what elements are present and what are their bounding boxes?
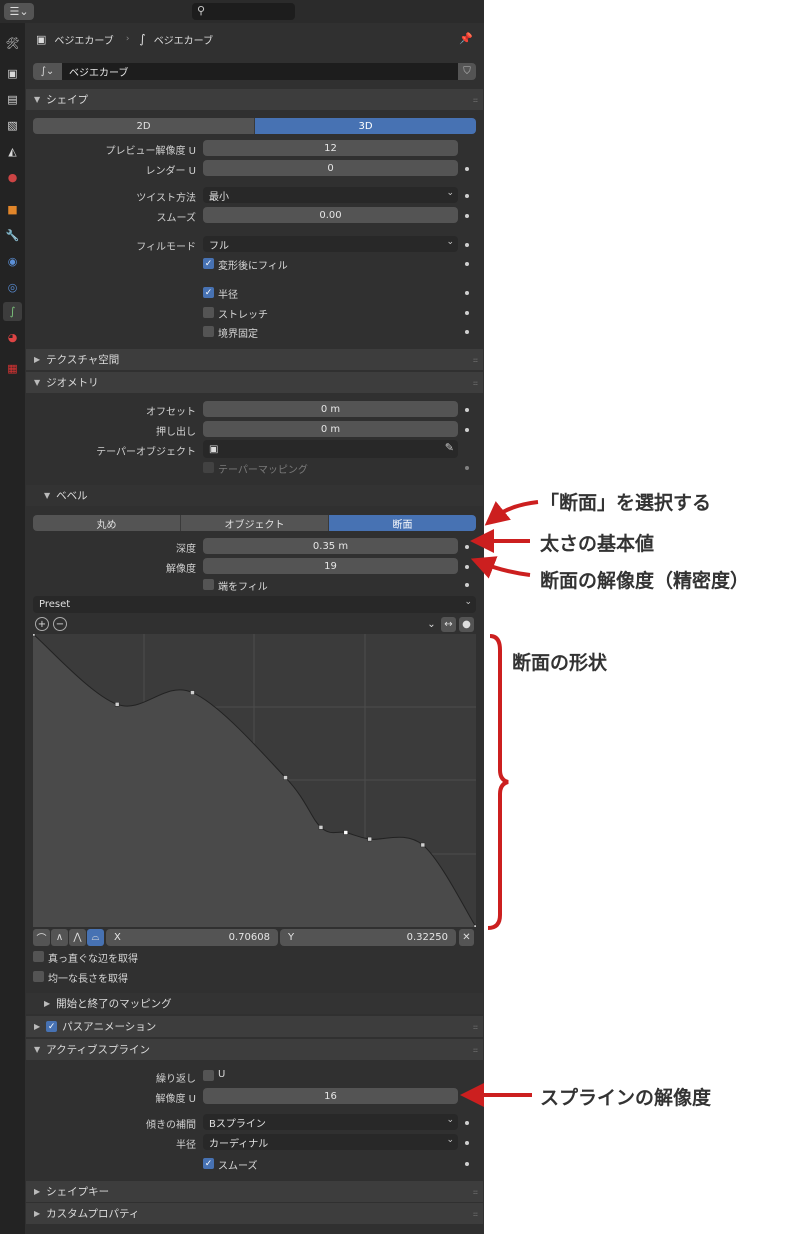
annotation-select-profile: 「断面」を選択する bbox=[540, 492, 712, 514]
annotation-arrow bbox=[484, 500, 539, 526]
annotation-profile-resolution: 断面の解像度（精密度） bbox=[540, 570, 750, 592]
annotation-bracket bbox=[487, 634, 509, 930]
annotation-overlay bbox=[460, 500, 539, 1107]
annotation-base-thickness: 太さの基本値 bbox=[540, 533, 655, 555]
annotation-spline-resolution: スプラインの解像度 bbox=[540, 1087, 712, 1109]
annotation-profile-shape: 断面の形状 bbox=[512, 652, 608, 674]
annotation-arrow bbox=[470, 556, 531, 579]
